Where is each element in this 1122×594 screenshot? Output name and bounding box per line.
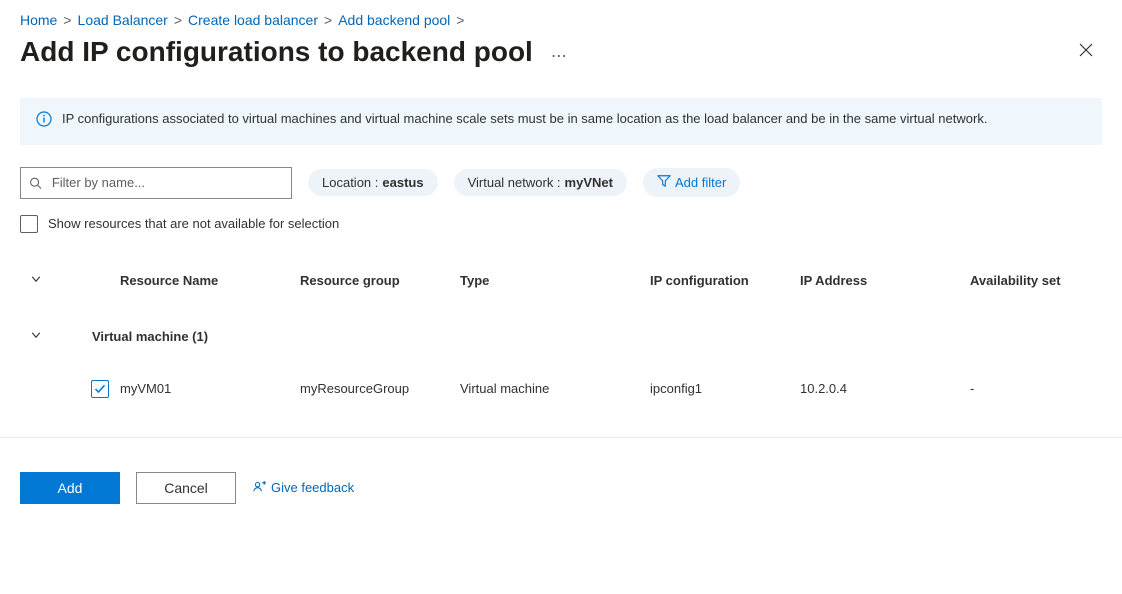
show-unavailable-label: Show resources that are not available fo… xyxy=(48,216,339,231)
filter-name-input[interactable] xyxy=(50,174,283,191)
col-header-rg[interactable]: Resource group xyxy=(300,273,460,288)
give-feedback-label: Give feedback xyxy=(271,480,354,495)
filter-location-pill[interactable]: Location : eastus xyxy=(308,169,438,196)
breadcrumb-create-lb[interactable]: Create load balancer xyxy=(188,12,318,28)
filter-vnet-pill[interactable]: Virtual network : myVNet xyxy=(454,169,627,196)
feedback-icon xyxy=(252,480,267,495)
filter-vnet-label: Virtual network : xyxy=(468,175,561,190)
cell-ipconfig: ipconfig1 xyxy=(650,381,800,396)
checkmark-icon xyxy=(94,383,106,395)
breadcrumb-load-balancer[interactable]: Load Balancer xyxy=(78,12,168,28)
add-filter-label: Add filter xyxy=(675,175,726,190)
cell-ipaddr: 10.2.0.4 xyxy=(800,381,970,396)
table-row[interactable]: myVM01 myResourceGroup Virtual machine i… xyxy=(20,369,1102,409)
breadcrumb-sep: > xyxy=(456,12,464,28)
close-icon xyxy=(1078,42,1094,58)
give-feedback-link[interactable]: Give feedback xyxy=(252,480,354,495)
filter-vnet-value: myVNet xyxy=(565,175,613,190)
group-toggle[interactable] xyxy=(30,329,42,344)
cancel-button[interactable]: Cancel xyxy=(136,472,236,504)
chevron-down-icon xyxy=(30,273,42,285)
cell-avset: - xyxy=(970,381,1102,396)
info-banner-text: IP configurations associated to virtual … xyxy=(62,110,987,133)
cell-name: myVM01 xyxy=(120,381,300,396)
filter-name-search[interactable] xyxy=(20,167,292,199)
info-banner: IP configurations associated to virtual … xyxy=(20,98,1102,145)
filter-location-label: Location : xyxy=(322,175,378,190)
row-select-checkbox[interactable] xyxy=(91,380,109,398)
resource-table: Resource Name Resource group Type IP con… xyxy=(20,261,1102,409)
close-button[interactable] xyxy=(1070,38,1102,67)
cell-type: Virtual machine xyxy=(460,381,650,396)
search-icon xyxy=(29,176,42,190)
cell-rg: myResourceGroup xyxy=(300,381,460,396)
col-header-ipaddr[interactable]: IP Address xyxy=(800,273,970,288)
breadcrumb-sep: > xyxy=(324,12,332,28)
group-row-vm[interactable]: Virtual machine (1) xyxy=(20,317,1102,357)
breadcrumb-sep: > xyxy=(63,12,71,28)
add-filter-button[interactable]: Add filter xyxy=(643,168,740,197)
breadcrumb-sep: > xyxy=(174,12,182,28)
show-unavailable-checkbox[interactable] xyxy=(20,215,38,233)
col-header-type[interactable]: Type xyxy=(460,273,650,288)
page-title: Add IP configurations to backend pool xyxy=(20,36,533,68)
col-header-ipconfig[interactable]: IP configuration xyxy=(650,273,800,288)
col-header-name[interactable]: Resource Name xyxy=(120,273,300,288)
add-button[interactable]: Add xyxy=(20,472,120,504)
more-actions-button[interactable]: ⋯ xyxy=(551,46,567,66)
group-label: Virtual machine (1) xyxy=(80,329,1102,344)
funnel-icon xyxy=(657,174,671,191)
breadcrumb: Home > Load Balancer > Create load balan… xyxy=(20,8,1102,36)
chevron-down-icon xyxy=(30,329,42,341)
breadcrumb-add-backend-pool[interactable]: Add backend pool xyxy=(338,12,450,28)
col-header-avset[interactable]: Availability set xyxy=(970,273,1102,288)
filter-location-value: eastus xyxy=(382,175,423,190)
breadcrumb-home[interactable]: Home xyxy=(20,12,57,28)
info-icon xyxy=(36,111,52,133)
collapse-all-toggle[interactable] xyxy=(30,273,42,288)
